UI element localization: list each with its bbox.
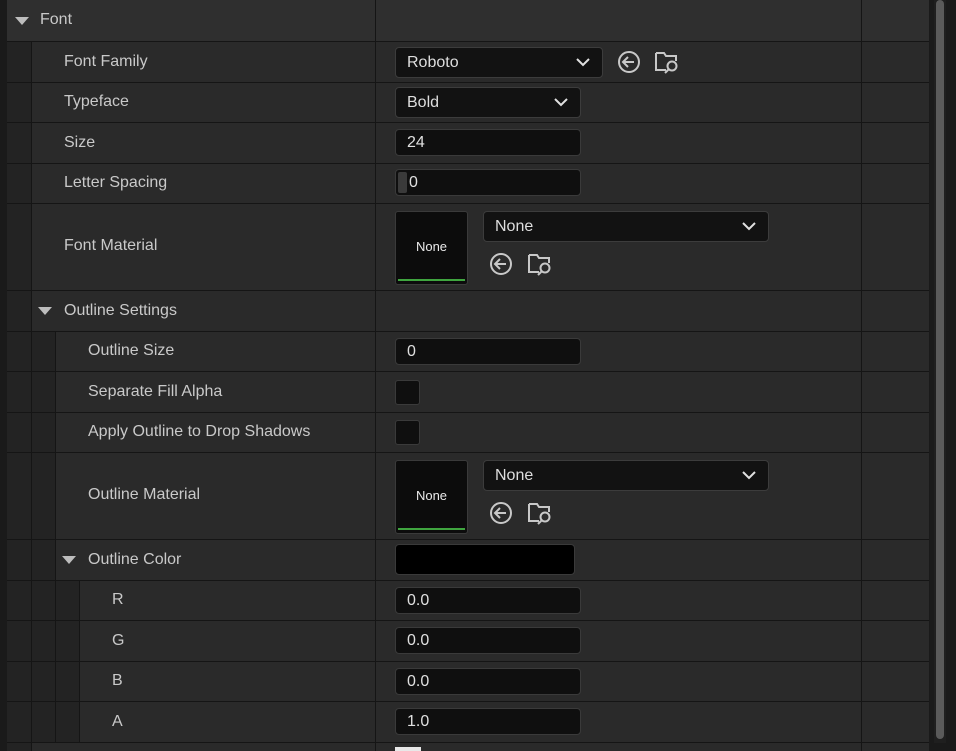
expand-arrow-icon[interactable] (38, 307, 52, 315)
typeface-label: Typeface (64, 93, 129, 110)
apply-outline-drop-shadows-label: Apply Outline to Drop Shadows (88, 423, 311, 440)
browse-asset-icon[interactable] (654, 49, 680, 75)
outline-settings-label: Outline Settings (64, 302, 177, 319)
typeface-row: Typeface Bold (7, 83, 929, 123)
font-family-row: Font Family Roboto (7, 42, 929, 83)
letter-spacing-input[interactable]: 0 (395, 169, 581, 196)
font-material-label: Font Material (64, 237, 158, 254)
typeface-value: Bold (407, 94, 440, 111)
slider-handle[interactable] (398, 172, 407, 193)
font-material-combo[interactable]: None (483, 211, 769, 242)
color-b-input[interactable]: 0.0 (395, 668, 581, 695)
color-r-input[interactable]: 0.0 (395, 587, 581, 614)
color-g-row: G 0.0 (7, 621, 929, 662)
color-g-label: G (112, 632, 125, 649)
outline-color-row[interactable]: Outline Color (7, 540, 929, 581)
apply-outline-drop-shadows-row: Apply Outline to Drop Shadows (7, 413, 929, 453)
color-r-label: R (112, 591, 124, 608)
color-a-label: A (112, 713, 123, 730)
thumbnail-label: None (415, 488, 448, 503)
separate-fill-alpha-row: Separate Fill Alpha (7, 372, 929, 413)
separate-fill-alpha-checkbox[interactable] (395, 380, 420, 405)
chevron-down-icon (742, 222, 756, 231)
font-family-label: Font Family (64, 53, 148, 70)
separate-fill-alpha-label: Separate Fill Alpha (88, 383, 223, 400)
use-selected-asset-icon[interactable] (616, 49, 642, 75)
material-type-bar (398, 528, 465, 530)
font-material-thumbnail[interactable]: None (395, 211, 468, 285)
use-selected-asset-icon[interactable] (488, 500, 514, 526)
color-a-row: A 1.0 (7, 702, 929, 743)
typeface-combo[interactable]: Bold (395, 87, 581, 118)
outline-material-thumbnail[interactable]: None (395, 460, 468, 534)
color-b-label: B (112, 672, 123, 689)
font-family-combo[interactable]: Roboto (395, 47, 603, 78)
outline-color-swatch[interactable] (395, 544, 575, 575)
outline-material-value: None (495, 467, 534, 484)
chevron-down-icon (554, 98, 568, 107)
chevron-down-icon (576, 58, 590, 67)
outline-size-label: Outline Size (88, 342, 175, 359)
font-material-value: None (495, 218, 534, 235)
browse-asset-icon[interactable] (527, 251, 553, 277)
details-panel: Font Font Family Roboto Typeface Bold Si… (7, 0, 929, 751)
font-category-header[interactable]: Font (7, 0, 929, 42)
outline-settings-header[interactable]: Outline Settings (7, 291, 929, 332)
letter-spacing-row: Letter Spacing 0 (7, 164, 929, 204)
apply-outline-drop-shadows-checkbox[interactable] (395, 420, 420, 445)
font-family-value: Roboto (407, 54, 459, 71)
size-label: Size (64, 134, 96, 151)
scrollbar-thumb[interactable] (936, 0, 944, 739)
thumbnail-label: None (415, 239, 448, 254)
color-a-input[interactable]: 1.0 (395, 708, 581, 735)
expand-arrow-icon[interactable] (62, 556, 76, 564)
size-row: Size 24 (7, 123, 929, 164)
letter-spacing-label: Letter Spacing (64, 174, 168, 191)
font-category-label: Font (40, 11, 73, 28)
browse-asset-icon[interactable] (527, 500, 553, 526)
outline-material-row: Outline Material None None (7, 453, 929, 540)
material-type-bar (398, 279, 465, 281)
outline-material-combo[interactable]: None (483, 460, 769, 491)
color-b-row: B 0.0 (7, 662, 929, 702)
expand-arrow-icon[interactable] (15, 17, 29, 25)
next-row-partial (7, 743, 929, 751)
outline-material-label: Outline Material (88, 486, 201, 503)
color-g-input[interactable]: 0.0 (395, 627, 581, 654)
outline-size-input[interactable]: 0 (395, 338, 581, 365)
outline-color-label: Outline Color (88, 551, 182, 568)
size-input[interactable]: 24 (395, 129, 581, 156)
checkbox-partial[interactable] (395, 747, 421, 751)
letter-spacing-value: 0 (409, 174, 418, 191)
font-material-row: Font Material None None (7, 204, 929, 291)
use-selected-asset-icon[interactable] (488, 251, 514, 277)
outline-size-row: Outline Size 0 (7, 332, 929, 372)
color-r-row: R 0.0 (7, 581, 929, 621)
chevron-down-icon (742, 471, 756, 480)
